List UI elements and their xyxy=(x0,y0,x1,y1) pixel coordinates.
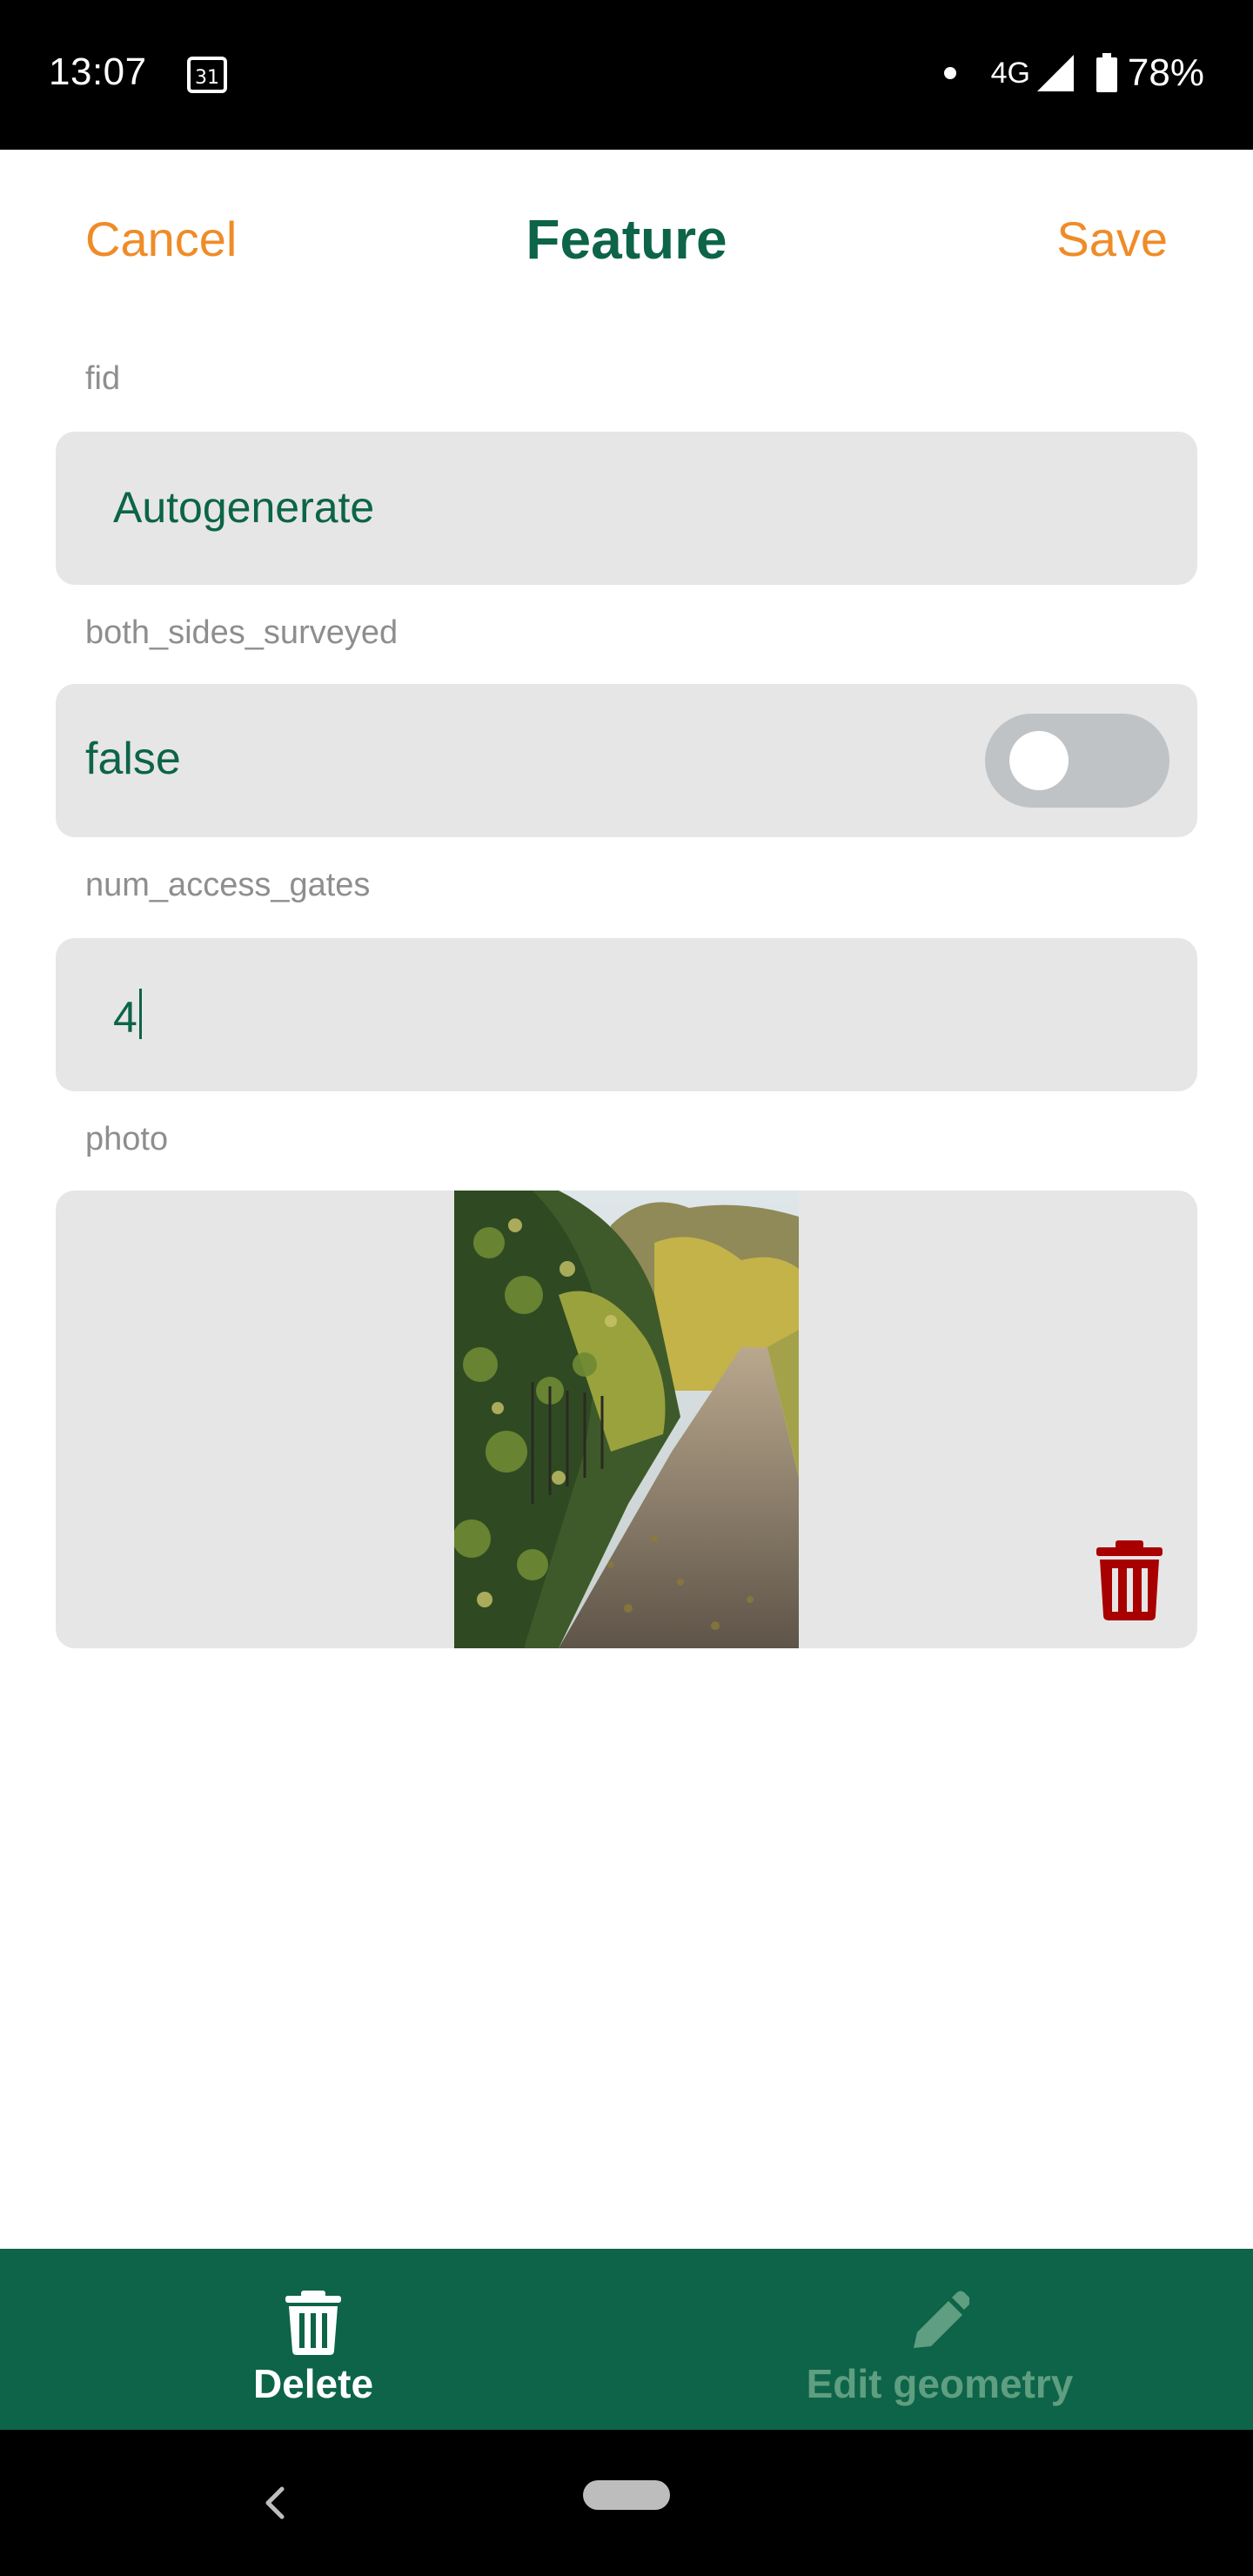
save-button[interactable]: Save xyxy=(1056,211,1168,267)
calendar-icon: 31 xyxy=(187,57,227,93)
fid-label: fid xyxy=(85,360,121,397)
network-type: 4G xyxy=(990,56,1030,90)
fid-value: Autogenerate xyxy=(113,483,375,532)
toggle-knob xyxy=(1009,731,1069,790)
trash-icon xyxy=(285,2291,341,2355)
home-pill-icon[interactable] xyxy=(583,2480,670,2510)
photo-thumbnail[interactable] xyxy=(454,1191,799,1648)
num-access-gates-field[interactable]: 4 xyxy=(56,938,1197,1091)
num-access-gates-input[interactable]: 4 xyxy=(113,989,142,1043)
fid-field[interactable]: Autogenerate xyxy=(56,432,1197,585)
num-access-gates-label: num_access_gates xyxy=(85,867,371,903)
form-header: Cancel Feature Save xyxy=(0,150,1253,332)
battery-icon xyxy=(1096,53,1117,92)
both-sides-surveyed-field: false xyxy=(56,684,1197,837)
battery-percent: 78% xyxy=(1127,51,1204,94)
notification-dot-icon xyxy=(943,67,956,79)
system-nav-bar xyxy=(0,2430,1253,2576)
photo-field xyxy=(56,1191,1197,1648)
both-sides-surveyed-toggle[interactable] xyxy=(985,714,1169,808)
pencil-icon xyxy=(914,2291,969,2348)
edit-geometry-label: Edit geometry xyxy=(806,2361,1074,2406)
signal-icon xyxy=(1036,55,1074,91)
both-sides-surveyed-label: both_sides_surveyed xyxy=(85,614,399,651)
bottom-action-bar: Delete Edit geometry xyxy=(0,2249,1253,2430)
status-bar: 13:07 31 4G 78% xyxy=(0,0,1253,150)
both-sides-surveyed-value: false xyxy=(85,734,181,784)
photo-delete-trash-icon[interactable] xyxy=(1095,1540,1164,1620)
status-time: 13:07 xyxy=(49,50,147,93)
calendar-day: 31 xyxy=(195,67,219,89)
edit-geometry-button[interactable]: Edit geometry xyxy=(626,2249,1253,2430)
status-indicators: 4G 78% xyxy=(943,49,1204,97)
num-access-gates-value: 4 xyxy=(113,993,137,1042)
text-caret xyxy=(138,989,142,1039)
back-chevron-icon[interactable] xyxy=(258,2477,289,2529)
delete-label: Delete xyxy=(252,2361,374,2406)
delete-button[interactable]: Delete xyxy=(0,2249,626,2430)
photo-label: photo xyxy=(85,1121,169,1157)
